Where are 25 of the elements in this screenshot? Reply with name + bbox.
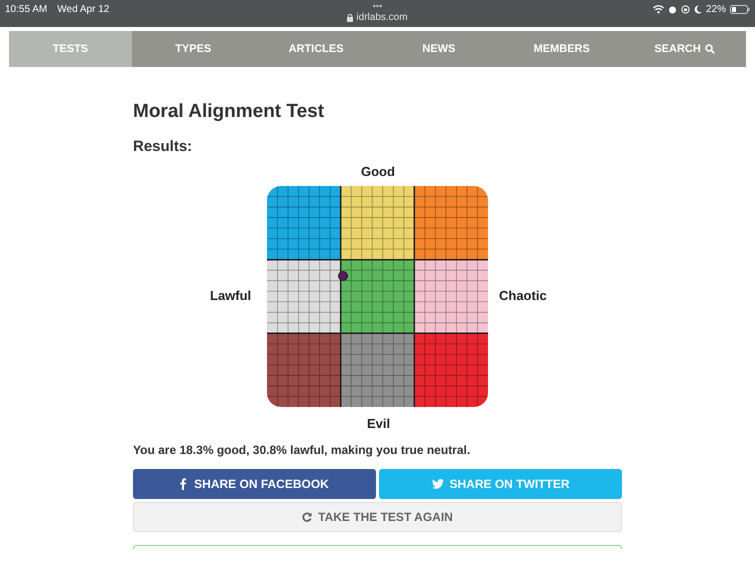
url-text[interactable]: idrlabs.com	[356, 12, 408, 24]
tab-dots[interactable]: •••	[372, 0, 382, 12]
status-time: 10:55 AM	[5, 3, 48, 17]
axis-label: Lawful	[210, 287, 252, 305]
status-date: Wed Apr 12	[57, 3, 110, 17]
share-twitter-button[interactable]: SHARE ON TWITTER	[379, 469, 622, 499]
page-title: Moral Alignment Test	[133, 100, 326, 124]
moon-icon	[694, 5, 702, 14]
refresh-icon	[302, 512, 312, 522]
battery-icon	[730, 5, 750, 14]
retake-test-button[interactable]: TAKE THE TEST AGAIN	[133, 502, 622, 532]
axis-label: Chaotic	[499, 287, 547, 305]
lock-icon	[347, 14, 354, 22]
share-facebook-button[interactable]: SHARE ON FACEBOOK	[133, 469, 376, 499]
bird-icon	[432, 479, 444, 489]
wifi-icon	[652, 5, 664, 14]
axis-label: Good	[361, 163, 395, 181]
battery-percent: 22%	[706, 3, 726, 17]
result-summary: You are 18.3% good, 30.8% lawful, making you true neutral.	[133, 442, 472, 458]
facebook-icon	[180, 478, 186, 490]
lock-rotation-icon	[680, 5, 690, 14]
results-heading: Results:	[133, 137, 194, 157]
search-icon	[704, 44, 715, 54]
nav-tab[interactable]: TESTS	[9, 31, 132, 67]
axis-label: Evil	[367, 415, 390, 433]
